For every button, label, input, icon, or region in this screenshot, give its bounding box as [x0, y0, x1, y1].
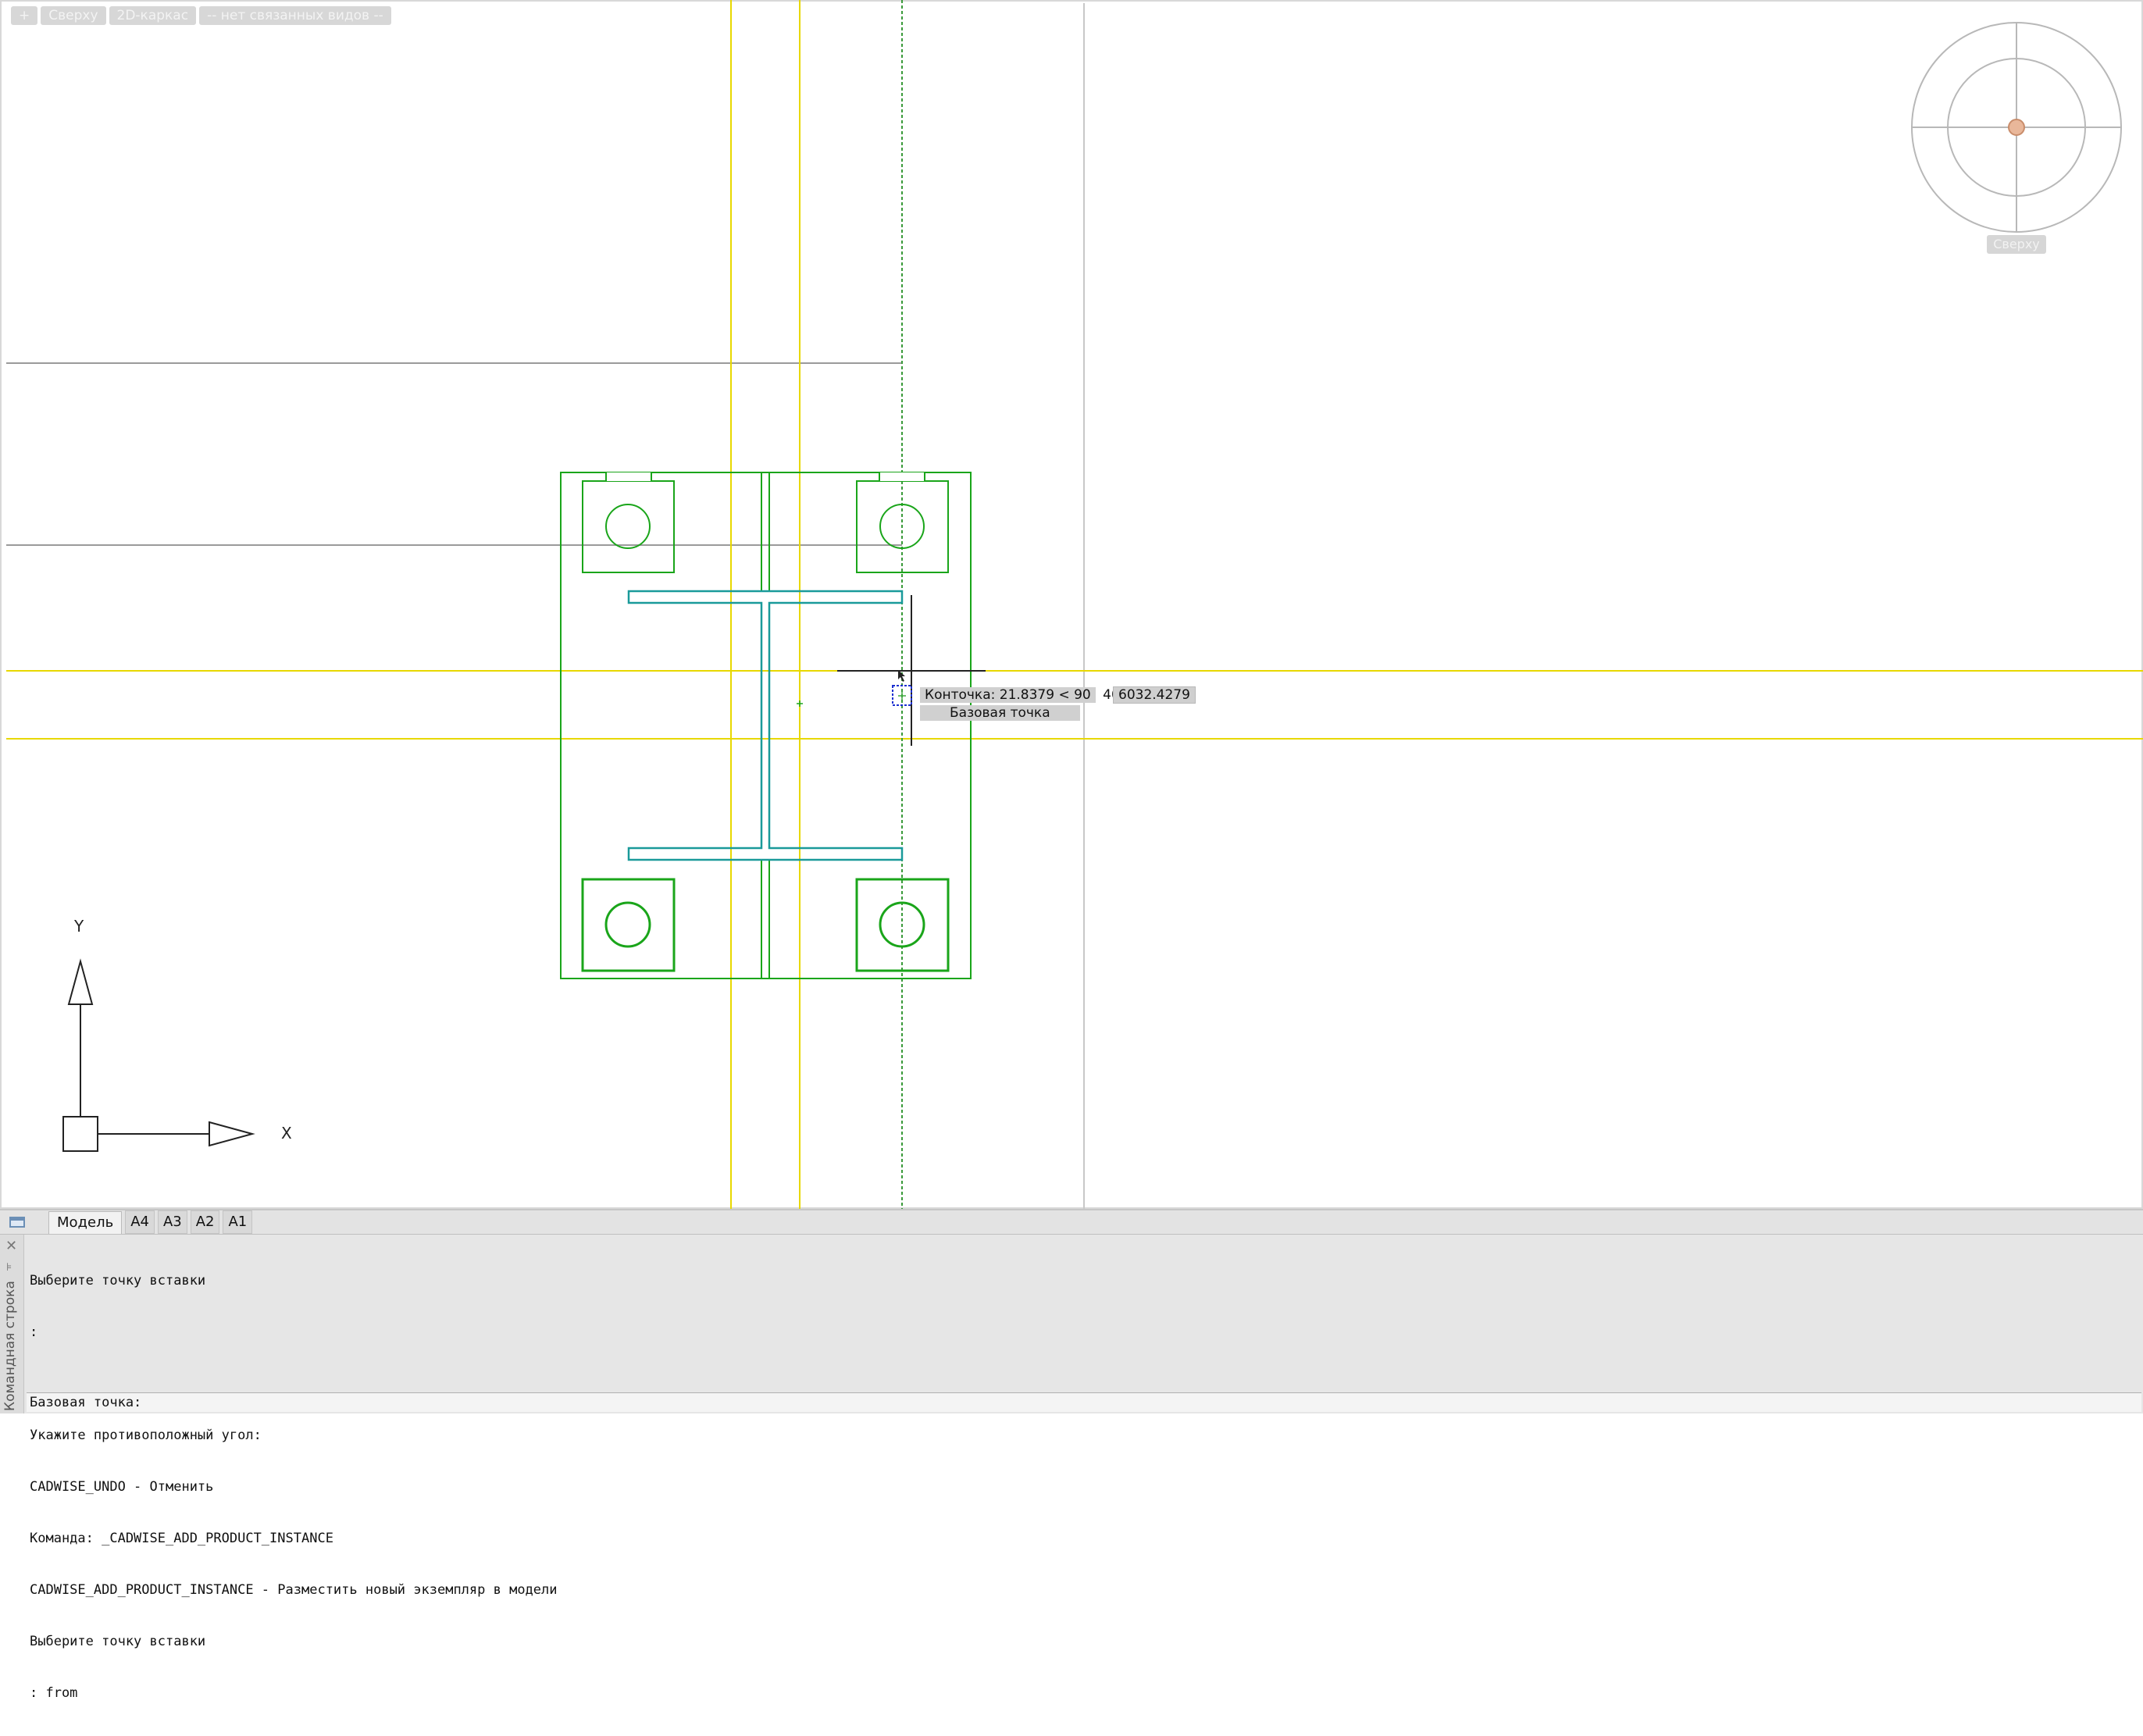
- history-line: :: [30, 1324, 38, 1340]
- rib: [761, 472, 770, 592]
- pin-icon[interactable]: ⊧: [6, 1261, 12, 1274]
- layout-tab-bar: Модель A4 A3 A2 A1: [0, 1209, 2143, 1235]
- bolt-hole: [604, 901, 651, 948]
- viewport-menu-button[interactable]: +: [11, 6, 38, 25]
- coordinate-value[interactable]: 6032.4279: [1113, 686, 1196, 704]
- history-line: [30, 1375, 2137, 1392]
- ucs-x-label: X: [281, 1124, 292, 1142]
- guide-lines: [6, 0, 2143, 1209]
- beam-outline: [627, 590, 904, 861]
- tab-a3[interactable]: A3: [157, 1210, 187, 1234]
- view-cube-center: [2008, 119, 2025, 136]
- tab-a4[interactable]: A4: [125, 1210, 155, 1234]
- history-line: CADWISE_UNDO - Отменить: [30, 1479, 214, 1495]
- cursor-crosshair: [837, 595, 986, 746]
- prompt-tooltip-text: Базовая точка: [920, 705, 1080, 721]
- command-line-sidebar: ✕ ⊧ Командная строка: [0, 1235, 24, 1413]
- view-cube-label[interactable]: Сверху: [1987, 235, 2046, 254]
- command-line-title: Командная строка: [2, 1281, 18, 1411]
- command-history: Выберите точку вставки : Укажите противо…: [30, 1238, 2137, 1736]
- linked-views-button[interactable]: -- нет связанных видов --: [199, 6, 391, 25]
- ucs-y-label: Y: [74, 917, 84, 936]
- reference-lines: [6, 3, 1085, 1209]
- drawing-canvas[interactable]: [0, 0, 2143, 1209]
- history-line: Выберите точку вставки: [30, 1273, 206, 1289]
- drawing-viewport[interactable]: + Сверху 2D-каркас -- нет связанных видо…: [0, 0, 2143, 1209]
- history-line: Команда: _CADWISE_ADD_PRODUCT_INSTANCE: [30, 1531, 333, 1546]
- ucs-y-arrow: [67, 958, 94, 1005]
- ucs-origin-box: [62, 1116, 98, 1152]
- bracket: [582, 480, 675, 573]
- command-line-panel: ✕ ⊧ Командная строка Выберите точку вста…: [0, 1234, 2143, 1701]
- bolt-hole: [605, 504, 651, 549]
- visual-style-button[interactable]: 2D-каркас: [109, 6, 197, 25]
- coordinate-input[interactable]: 6032.4279: [1113, 685, 1196, 705]
- close-icon[interactable]: ✕: [5, 1239, 17, 1253]
- bracket-slot: [606, 472, 651, 481]
- tab-model[interactable]: Модель: [48, 1210, 123, 1234]
- i-beam-profile: [627, 590, 904, 861]
- base-plate: [560, 472, 972, 979]
- bracket: [581, 878, 676, 972]
- viewport-controls: + Сверху 2D-каркас -- нет связанных видо…: [11, 6, 391, 25]
- history-line: CADWISE_ADD_PRODUCT_INSTANCE - Разместит…: [30, 1582, 558, 1598]
- tab-a2[interactable]: A2: [190, 1210, 220, 1234]
- ucs-icon: [62, 958, 255, 1152]
- layouts-menu-icon[interactable]: [9, 1217, 25, 1228]
- view-direction-button[interactable]: Сверху: [41, 6, 106, 25]
- snap-tooltip-text: Конточка: 21.8379 < 90: [920, 687, 1096, 703]
- history-line: : from: [30, 1685, 78, 1701]
- prompt-tooltip: Базовая точка: [920, 703, 1080, 723]
- ucs-x-arrow: [209, 1121, 255, 1147]
- tab-a1[interactable]: A1: [223, 1210, 253, 1234]
- command-input[interactable]: Базовая точка:: [27, 1392, 2141, 1412]
- history-line: Выберите точку вставки: [30, 1634, 206, 1649]
- center-mark: [797, 700, 803, 707]
- history-line: Укажите противоположный угол:: [30, 1428, 262, 1443]
